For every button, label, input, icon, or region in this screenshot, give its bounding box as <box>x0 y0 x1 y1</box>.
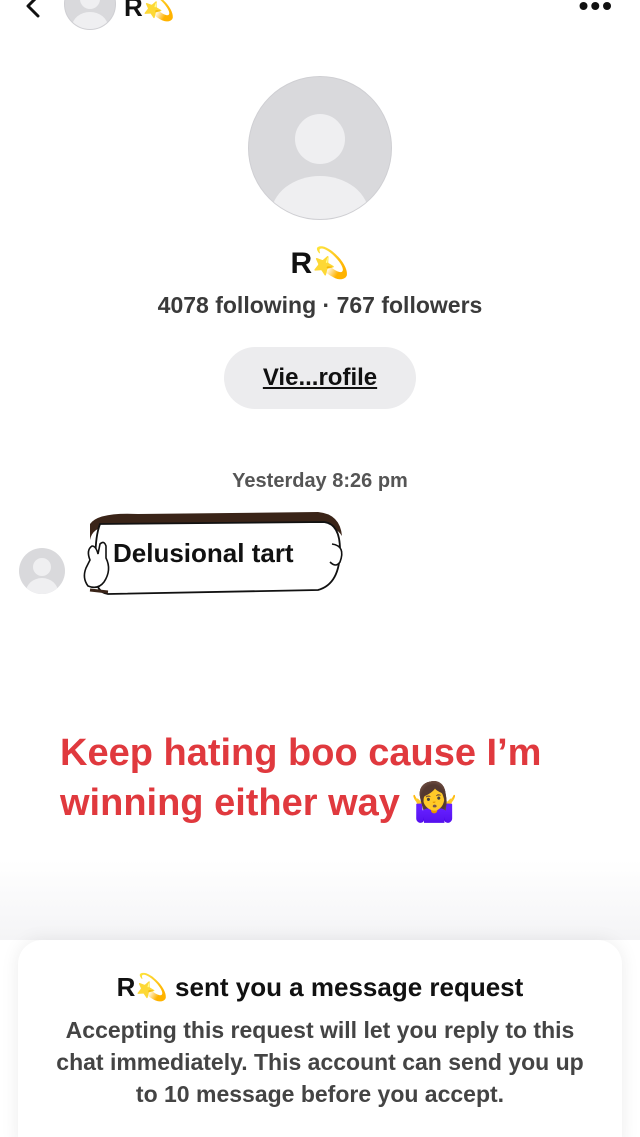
request-body: Accepting this request will let you repl… <box>56 1017 584 1107</box>
top-bar: R💫 ••• <box>0 0 640 30</box>
request-title: R💫 sent you a message request <box>116 972 524 1002</box>
bottom-fade <box>0 860 640 940</box>
message-request-card: R💫 sent you a message request Accepting … <box>18 940 622 1137</box>
chat-screen: R💫 ••• R💫 4078 following · 767 followers… <box>0 0 640 1137</box>
sender-avatar[interactable] <box>19 548 65 594</box>
view-profile-label: Vie...rofile <box>262 364 378 391</box>
profile-name: R💫 <box>290 247 350 280</box>
message-text[interactable]: Delusional tart <box>113 538 294 569</box>
view-profile-button[interactable]: Vie...rofile <box>224 347 416 409</box>
overlay-caption: Keep hating boo cause I’m winning either… <box>60 732 542 824</box>
chevron-left-icon <box>26 0 40 18</box>
profile-avatar[interactable] <box>248 76 392 220</box>
profile-stats: 4078 following · 767 followers <box>157 292 483 318</box>
header-avatar[interactable] <box>64 0 116 30</box>
more-options-button[interactable]: ••• <box>579 0 614 22</box>
back-button[interactable] <box>22 0 46 22</box>
header-name[interactable]: R💫 <box>124 0 175 23</box>
message-timestamp: Yesterday 8:26 pm <box>232 470 408 492</box>
